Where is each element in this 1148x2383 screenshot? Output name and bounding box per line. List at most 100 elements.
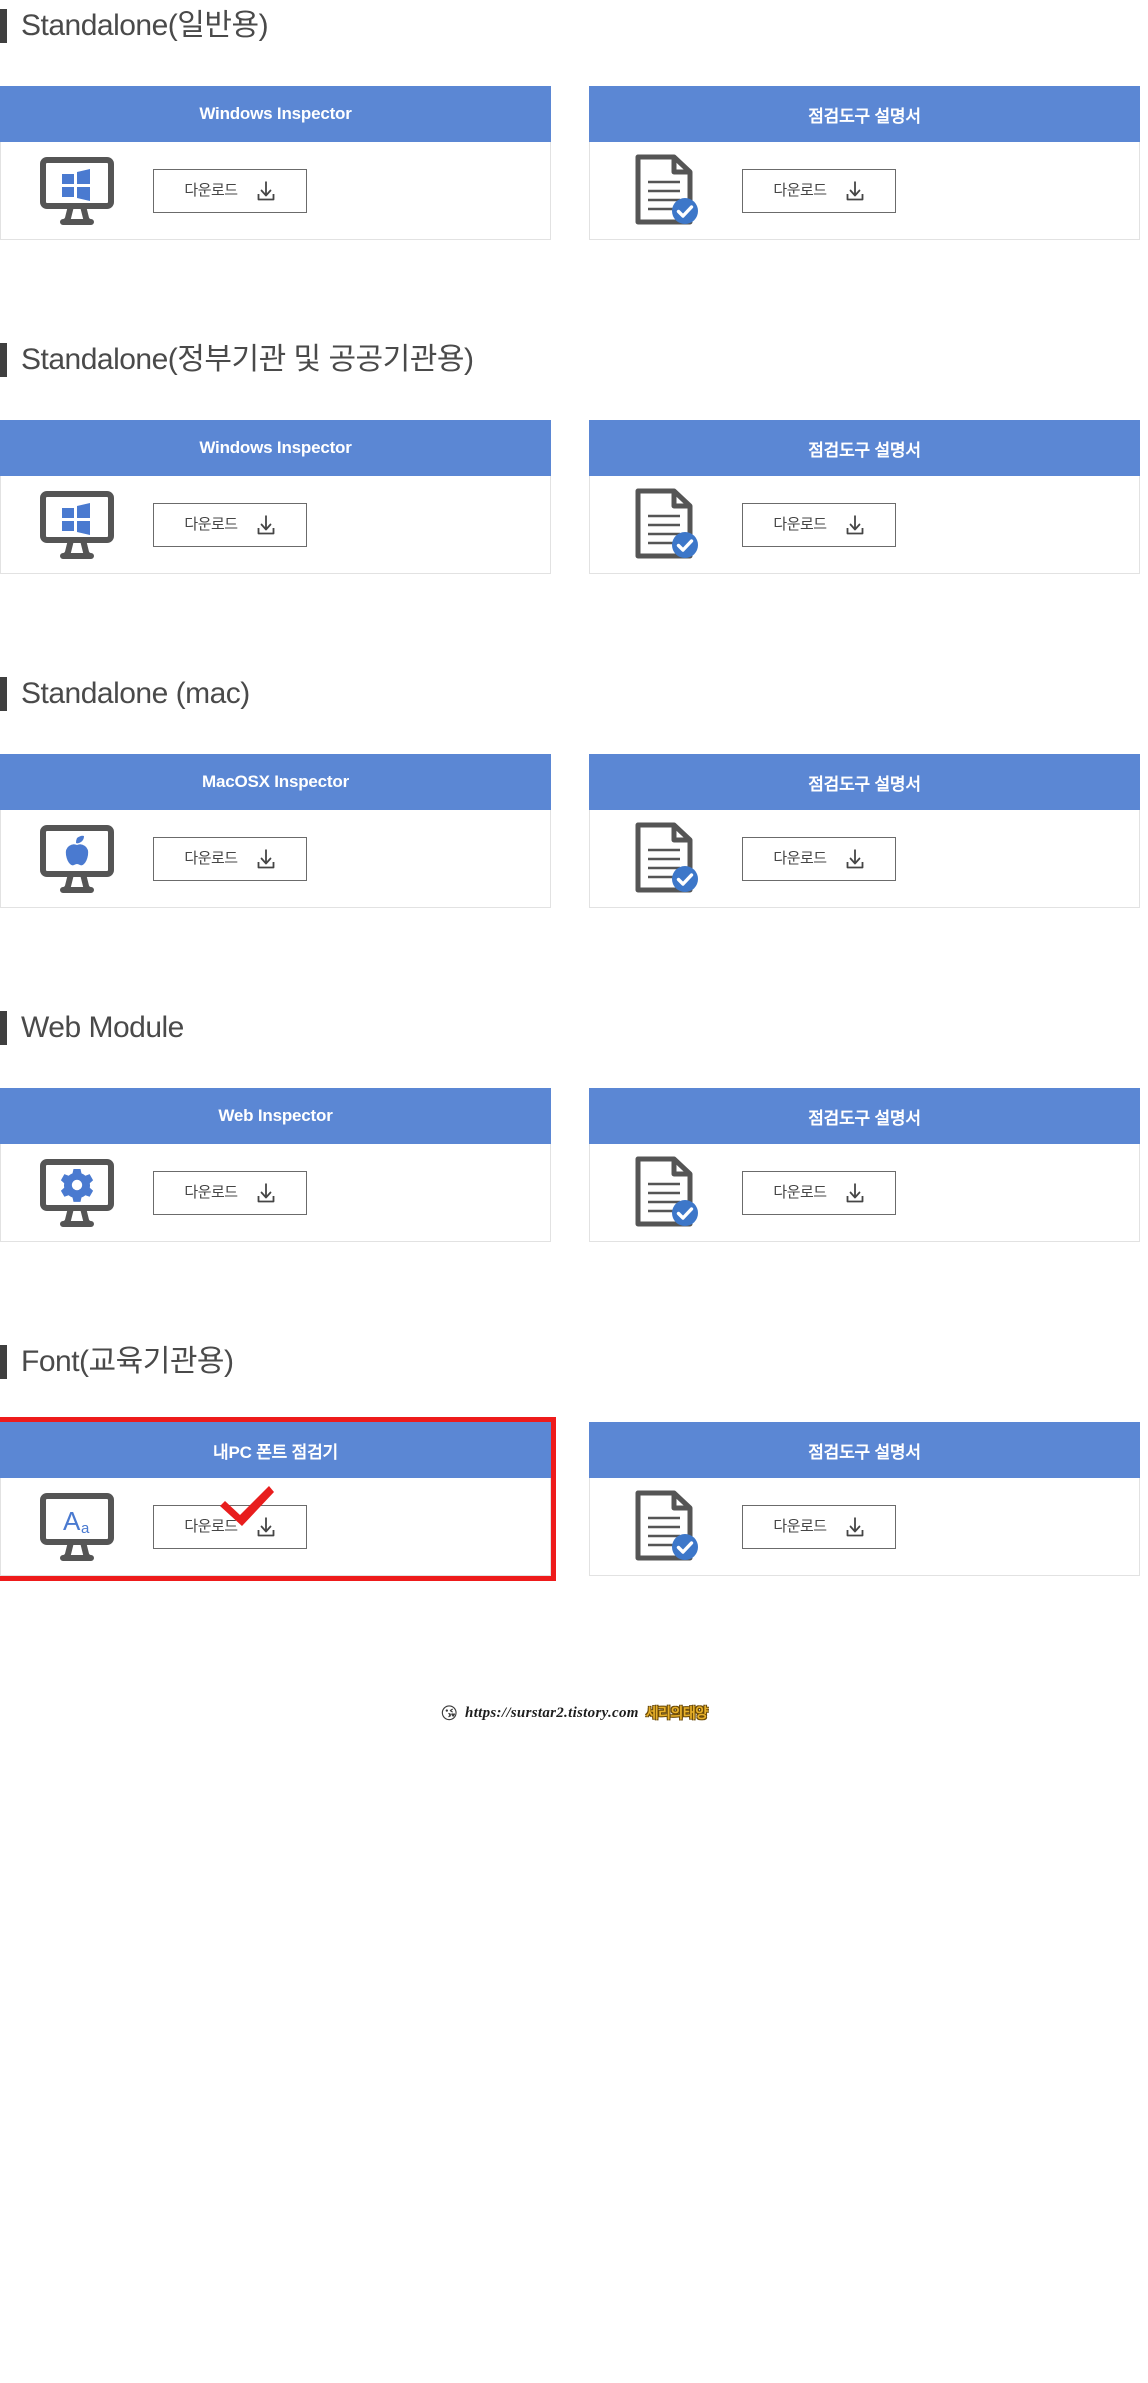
section-heading: Standalone(일반용) bbox=[0, 0, 1148, 52]
card-body: 다운로드 bbox=[589, 1478, 1140, 1576]
card-body: 다운로드 bbox=[589, 476, 1140, 574]
card-title-label: MacOSX Inspector bbox=[201, 772, 349, 791]
download-button[interactable]: 다운로드 bbox=[742, 502, 896, 547]
card-title: 점검도구 설명서 bbox=[589, 86, 1140, 142]
download-button[interactable]: 다운로드 bbox=[742, 1504, 896, 1549]
monitor-shape bbox=[40, 824, 114, 893]
card-title-label: 점검도구 설명서 bbox=[808, 1442, 921, 1462]
monitor-windows-icon bbox=[1, 490, 153, 560]
download-card: Windows Inspector 다운로드 bbox=[0, 86, 551, 240]
card-body: 다운로드 bbox=[0, 1144, 551, 1242]
document-shape bbox=[635, 822, 698, 892]
document-check-icon bbox=[590, 1488, 742, 1566]
card-title-label: 점검도구 설명서 bbox=[808, 774, 921, 794]
download-arrow-icon bbox=[257, 1183, 274, 1202]
card-title-label: 내PC 폰트 점검기 bbox=[213, 1442, 338, 1462]
card-row: Windows Inspector 다운로드 점검도구 설명서 다운로드 bbox=[0, 420, 1148, 574]
card-body: Aa 다운로드 bbox=[0, 1478, 551, 1576]
download-card: Web Inspector 다운로드 bbox=[0, 1088, 551, 1242]
heading-bar-marker bbox=[0, 9, 7, 43]
download-arrow-icon bbox=[846, 181, 863, 200]
card-title-label: 점검도구 설명서 bbox=[808, 440, 921, 460]
download-button[interactable]: 다운로드 bbox=[153, 1170, 307, 1215]
download-button-label: 다운로드 bbox=[184, 1518, 238, 1535]
download-card: 점검도구 설명서다운로드 bbox=[589, 754, 1140, 908]
document-shape bbox=[635, 154, 698, 224]
heading-bar-marker bbox=[0, 1345, 7, 1379]
card-title: 점검도구 설명서 bbox=[589, 420, 1140, 476]
section: Standalone(정부기관 및 공공기관용) Windows Inspecto… bbox=[0, 334, 1148, 668]
download-button[interactable]: 다운로드 bbox=[742, 168, 896, 213]
monitor-shape bbox=[40, 1158, 114, 1227]
download-card: 점검도구 설명서다운로드 bbox=[589, 1422, 1140, 1576]
download-arrow-icon bbox=[257, 515, 274, 534]
section-heading: Standalone(정부기관 및 공공기관용) bbox=[0, 334, 1148, 386]
card-title: 점검도구 설명서 bbox=[589, 1422, 1140, 1478]
sections-container: Standalone(일반용) Windows Inspector 다운로드 점검도구… bbox=[0, 0, 1148, 1670]
download-arrow-icon bbox=[846, 849, 863, 868]
monitor-font-icon: Aa bbox=[1, 1492, 153, 1562]
document-check-icon bbox=[590, 152, 742, 230]
watermark: 😘 https://surstar2.tistory.com 세리의태양 bbox=[0, 1670, 1148, 1756]
card-title: 점검도구 설명서 bbox=[589, 754, 1140, 810]
monitor-windows-icon bbox=[1, 156, 153, 226]
section-heading-label: Font(교육기관용) bbox=[21, 1345, 234, 1378]
svg-text:A: A bbox=[63, 1506, 81, 1536]
section-heading-label: Web Module bbox=[21, 1011, 184, 1044]
monitor-gear-icon bbox=[1, 1158, 153, 1228]
monitor-shape: Aa bbox=[40, 1492, 114, 1561]
download-arrow-icon bbox=[257, 849, 274, 868]
section-heading-label: Standalone(일반용) bbox=[21, 9, 269, 42]
download-arrow-icon bbox=[257, 1517, 274, 1536]
section-heading: Standalone (mac) bbox=[0, 668, 1148, 720]
svg-text:a: a bbox=[81, 1520, 90, 1537]
download-button-label: 다운로드 bbox=[184, 516, 238, 533]
card-row: MacOSX Inspector 다운로드 점검도구 설명서 다운로드 bbox=[0, 754, 1148, 908]
download-button-label: 다운로드 bbox=[773, 516, 827, 533]
card-title-label: 점검도구 설명서 bbox=[808, 106, 921, 126]
card-title: 점검도구 설명서 bbox=[589, 1088, 1140, 1144]
download-button[interactable]: 다운로드 bbox=[742, 836, 896, 881]
download-arrow-icon bbox=[846, 1517, 863, 1536]
download-button-label: 다운로드 bbox=[773, 1518, 827, 1535]
download-button-label: 다운로드 bbox=[773, 850, 827, 867]
download-button[interactable]: 다운로드 bbox=[742, 1170, 896, 1215]
document-check-icon bbox=[590, 1154, 742, 1232]
monitor-shape bbox=[40, 490, 114, 559]
download-card: Windows Inspector 다운로드 bbox=[0, 420, 551, 574]
card-title-label: 점검도구 설명서 bbox=[808, 1108, 921, 1128]
download-card: 점검도구 설명서다운로드 bbox=[589, 420, 1140, 574]
download-card: 점검도구 설명서다운로드 bbox=[589, 1088, 1140, 1242]
download-button[interactable]: 다운로드 bbox=[153, 502, 307, 547]
download-button[interactable]: 다운로드 bbox=[153, 836, 307, 881]
watermark-author: 세리의태양 bbox=[645, 1705, 708, 1721]
card-title: Windows Inspector bbox=[0, 420, 551, 476]
watermark-url: https://surstar2.tistory.com bbox=[465, 1704, 639, 1721]
card-row: Windows Inspector 다운로드 점검도구 설명서다운로드 bbox=[0, 86, 1148, 240]
download-button[interactable]: 다운로드 bbox=[153, 1485, 307, 1549]
card-title-label: Windows Inspector bbox=[199, 438, 352, 457]
download-button[interactable]: 다운로드 bbox=[153, 168, 307, 213]
card-title: Web Inspector bbox=[0, 1088, 551, 1144]
card-body: 다운로드 bbox=[0, 476, 551, 574]
card-body: 다운로드 bbox=[589, 810, 1140, 908]
section-heading-label: Standalone(정부기관 및 공공기관용) bbox=[21, 343, 474, 376]
heading-bar-marker bbox=[0, 1011, 7, 1045]
heading-bar-marker bbox=[0, 343, 7, 377]
section-heading: Font(교육기관용) bbox=[0, 1336, 1148, 1388]
card-title: MacOSX Inspector bbox=[0, 754, 551, 810]
section: Font(교육기관용) 내PC 폰트 점검기 Aa 다운로드 점검도구 설명서 다운로드 bbox=[0, 1336, 1148, 1670]
download-button-label: 다운로드 bbox=[773, 1184, 827, 1201]
kiss-face-emoji-icon: 😘 bbox=[440, 1703, 459, 1723]
document-check-icon bbox=[590, 486, 742, 564]
